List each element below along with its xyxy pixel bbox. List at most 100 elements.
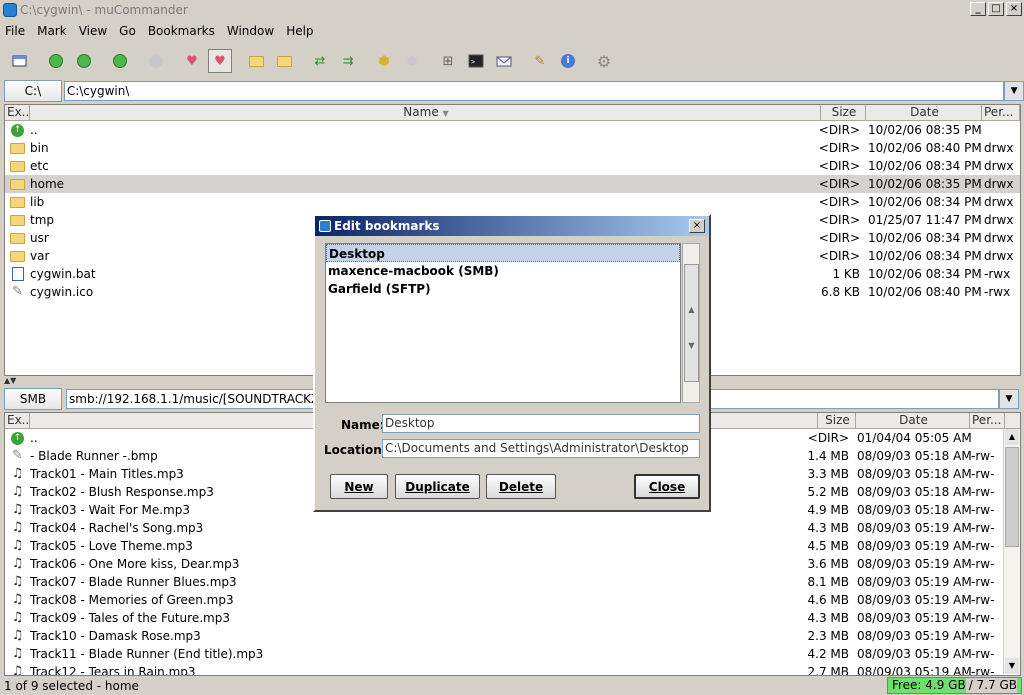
info-icon[interactable]: i bbox=[556, 49, 580, 73]
file-row[interactable]: ♫ Track10 - Damask Rose.mp3 2.3 MB 08/09/03… bbox=[5, 627, 1004, 645]
file-size: 2.7 MB bbox=[807, 665, 849, 676]
mkdir-icon[interactable] bbox=[244, 49, 268, 73]
file-row[interactable]: ↑.. <DIR> 10/02/06 08:35 PM bbox=[5, 121, 1020, 139]
bottom-location-dropdown[interactable]: ▼ bbox=[999, 389, 1019, 409]
parent-folder-icon: ↑ bbox=[5, 429, 30, 447]
parent-folder-icon[interactable] bbox=[108, 49, 132, 73]
perm-column-header[interactable]: Per... bbox=[982, 105, 1020, 120]
size-column-header[interactable]: Size bbox=[821, 105, 866, 120]
location-label: Location: bbox=[324, 443, 387, 457]
split-divider-arrows[interactable]: ▲▼ bbox=[4, 376, 34, 385]
scrollbar-thumb[interactable] bbox=[1005, 447, 1019, 547]
scroll-up-arrow[interactable] bbox=[683, 244, 699, 260]
file-row[interactable]: ♫ Track12 - Tears in Rain.mp3 2.7 MB 08/09/… bbox=[5, 663, 1004, 676]
stop-icon[interactable] bbox=[144, 49, 168, 73]
file-date: 10/02/06 08:40 PM bbox=[868, 141, 982, 155]
edit-bookmarks-icon[interactable]: ♥ bbox=[208, 49, 232, 73]
ext-column-header[interactable]: Ex... bbox=[5, 413, 30, 428]
menu-view[interactable]: View bbox=[79, 24, 107, 38]
scrollbar-thumb[interactable]: ▲ ▼ bbox=[684, 264, 699, 382]
file-row[interactable]: lib <DIR> 10/02/06 08:34 PM drwx bbox=[5, 193, 1020, 211]
file-row[interactable]: ♫ Track06 - One More kiss, Dear.mp3 3.6 MB… bbox=[5, 555, 1004, 573]
delete-button[interactable]: Delete bbox=[486, 474, 556, 499]
back-icon[interactable] bbox=[44, 49, 68, 73]
duplicate-button[interactable]: Duplicate bbox=[395, 474, 480, 499]
top-location-dropdown[interactable]: ▼ bbox=[1004, 81, 1024, 101]
menu-help[interactable]: Help bbox=[286, 24, 313, 38]
new-button[interactable]: New bbox=[330, 474, 388, 499]
perm-column-header[interactable]: Per... bbox=[970, 413, 1005, 428]
add-bookmark-icon[interactable]: ♥ bbox=[180, 49, 204, 73]
mkfile-icon[interactable] bbox=[272, 49, 296, 73]
bottom-vertical-scrollbar[interactable]: ▲ ▼ bbox=[1003, 429, 1020, 674]
file-permissions: -rw- bbox=[971, 647, 995, 661]
menu-mark[interactable]: Mark bbox=[37, 24, 67, 38]
swap-panels-icon[interactable]: ⇄ bbox=[308, 49, 332, 73]
minimize-button[interactable]: _ bbox=[970, 2, 986, 16]
file-row[interactable]: ♫ Track11 - Blade Runner (End title).mp3 4… bbox=[5, 645, 1004, 663]
file-date: 01/04/04 05:05 AM bbox=[857, 431, 972, 445]
scroll-up-arrow[interactable]: ▲ bbox=[1005, 429, 1019, 445]
file-row[interactable]: ♫ Track05 - Love Theme.mp3 4.5 MB 08/09/03 … bbox=[5, 537, 1004, 555]
file-date: 01/25/07 11:47 PM bbox=[868, 213, 982, 227]
menu-file[interactable]: File bbox=[5, 24, 25, 38]
menu-bookmarks[interactable]: Bookmarks bbox=[148, 24, 215, 38]
email-icon[interactable] bbox=[492, 49, 516, 73]
file-size: 6.8 KB bbox=[821, 285, 860, 299]
file-size: 4.5 MB bbox=[807, 539, 849, 553]
close-window-button[interactable]: × bbox=[1006, 2, 1022, 16]
svg-text:>: > bbox=[471, 58, 475, 66]
file-row[interactable]: ♫ Track04 - Rachel's Song.mp3 4.3 MB 08/09/… bbox=[5, 519, 1004, 537]
sort-desc-icon: ▼ bbox=[442, 109, 449, 118]
file-size: <DIR> bbox=[818, 159, 860, 173]
close-button[interactable]: Close bbox=[634, 474, 700, 499]
top-drive-button[interactable]: C:\ bbox=[4, 80, 62, 102]
file-row[interactable]: ♫ Track09 - Tales of the Future.mp3 4.3 MB… bbox=[5, 609, 1004, 627]
date-column-header[interactable]: Date bbox=[866, 105, 982, 120]
file-name: Track12 - Tears in Rain.mp3 bbox=[30, 665, 196, 676]
dialog-close-icon[interactable]: × bbox=[689, 219, 705, 233]
unpack-icon[interactable]: ⬢ bbox=[400, 49, 424, 73]
name-column-header[interactable]: Name ▼ bbox=[30, 105, 821, 120]
menu-window[interactable]: Window bbox=[227, 24, 274, 38]
scroll-down-arrow[interactable]: ▼ bbox=[1005, 658, 1019, 674]
file-name: lib bbox=[30, 195, 45, 209]
file-name: Track11 - Blade Runner (End title).mp3 bbox=[30, 647, 264, 661]
file-row[interactable]: ♫ Track08 - Memories of Green.mp3 4.6 MB 08… bbox=[5, 591, 1004, 609]
bookmark-list-scrollbar[interactable]: ▲ ▼ bbox=[682, 243, 700, 403]
file-permissions: -rw- bbox=[971, 449, 995, 463]
ext-column-header[interactable]: Ex... bbox=[5, 105, 30, 120]
folder-icon bbox=[5, 211, 30, 229]
bookmark-item[interactable]: Desktop bbox=[326, 244, 680, 262]
bookmark-list[interactable]: Desktop maxence-macbook (SMB) Garfield (… bbox=[325, 243, 681, 403]
bookmark-item[interactable]: maxence-macbook (SMB) bbox=[326, 262, 680, 280]
set-same-folder-icon[interactable]: ⇉ bbox=[336, 49, 360, 73]
file-row[interactable]: home <DIR> 10/02/06 08:35 PM drwx bbox=[5, 175, 1020, 193]
forward-icon[interactable] bbox=[72, 49, 96, 73]
bookmark-name-input[interactable]: Desktop bbox=[382, 414, 700, 433]
bottom-drive-button[interactable]: SMB bbox=[4, 388, 62, 410]
preferences-gear-icon[interactable]: ⚙ bbox=[592, 49, 616, 73]
bookmark-location-input[interactable]: C:\Documents and Settings\Administrator\… bbox=[382, 439, 700, 458]
menu-go[interactable]: Go bbox=[119, 24, 136, 38]
maximize-button[interactable]: □ bbox=[988, 2, 1004, 16]
run-command-icon[interactable]: ✎ bbox=[528, 49, 552, 73]
size-column-header[interactable]: Size bbox=[818, 413, 856, 428]
music-icon: ♫ bbox=[11, 592, 24, 607]
top-location-field[interactable]: C:\cygwin\ bbox=[63, 81, 1005, 101]
date-column-header[interactable]: Date bbox=[856, 413, 970, 428]
connect-server-icon[interactable]: ⊞ bbox=[436, 49, 460, 73]
pack-icon[interactable]: ⬢ bbox=[372, 49, 396, 73]
file-name: Track07 - Blade Runner Blues.mp3 bbox=[30, 575, 237, 589]
new-button-label: New bbox=[344, 479, 374, 494]
file-row[interactable]: ♫ Track07 - Blade Runner Blues.mp3 8.1 MB 0… bbox=[5, 573, 1004, 591]
top-location-bar: C:\ C:\cygwin\ ▼ bbox=[0, 79, 1024, 103]
file-row[interactable]: bin <DIR> 10/02/06 08:40 PM drwx bbox=[5, 139, 1020, 157]
delete-button-label: Delete bbox=[498, 479, 544, 494]
file-row[interactable]: etc <DIR> 10/02/06 08:34 PM drwx bbox=[5, 157, 1020, 175]
new-window-icon[interactable] bbox=[8, 49, 32, 73]
file-permissions: -rwx bbox=[984, 267, 1011, 281]
bookmark-item[interactable]: Garfield (SFTP) bbox=[326, 280, 680, 298]
terminal-icon[interactable]: > bbox=[464, 49, 488, 73]
duplicate-button-label: Duplicate bbox=[405, 479, 470, 494]
